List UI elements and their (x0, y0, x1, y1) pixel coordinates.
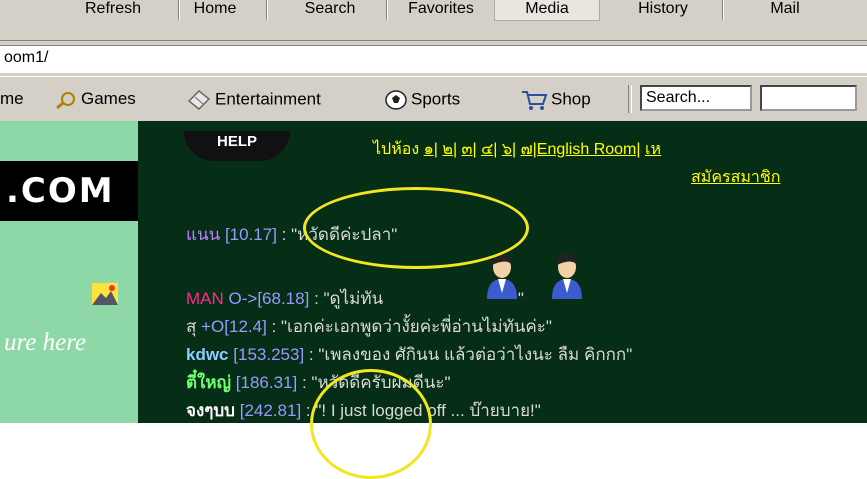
room-link-4[interactable]: ๔| (481, 141, 497, 158)
toolbar-separator (722, 0, 724, 20)
room-link-more[interactable]: เห (645, 141, 661, 158)
history-button[interactable]: History (618, 0, 708, 20)
address-input[interactable]: oom1/ (0, 45, 867, 73)
refresh-button[interactable]: Refresh (58, 0, 168, 20)
link-entertainment[interactable]: Entertainment (186, 89, 321, 111)
chat-ip: [10.17] (224, 225, 277, 244)
link-shop[interactable]: Shop (520, 89, 591, 111)
chat-ip: [186.31] (235, 373, 298, 392)
chat-text: : "เพลงของ ศักินน แล้วต่อว่าไงนะ ลืม คิก… (308, 345, 633, 364)
chat-nick: ตี๋ใหญ่ (186, 373, 232, 392)
rooms-prefix: ไปห้อง (373, 141, 420, 158)
register-link[interactable]: สมัครสมาชิก (691, 165, 780, 190)
chat-ip: [153.253] (233, 345, 305, 364)
search-button[interactable]: Search (290, 0, 370, 20)
room-link-1[interactable]: ๑| (424, 141, 438, 158)
link-sports[interactable]: Sports (384, 89, 460, 111)
soccer-ball-icon (385, 90, 407, 110)
chat-text: : "ดูไม่ทัน (314, 289, 384, 308)
highlight-circle (310, 369, 432, 479)
links-bar: me Games Entertainment Sports Shop Searc… (0, 76, 867, 122)
links-separator (628, 85, 632, 113)
links-search-go[interactable] (760, 85, 857, 111)
chat-ip: +O[12.4] (201, 317, 267, 336)
link-sports-label: Sports (411, 89, 461, 109)
chat-nick: สุ (186, 317, 197, 336)
web-content: .COM ure here HELP ไปห้อง ๑| ๒| ๓| ๔| ๖|… (0, 121, 867, 479)
man-avatar-icon (552, 253, 582, 299)
link-entertainment-label: Entertainment (215, 89, 321, 109)
room-link-3[interactable]: ๓| (462, 141, 477, 158)
chat-ip: [242.81] (239, 401, 302, 420)
mail-button[interactable]: Mail (745, 0, 825, 20)
room-links: ไปห้อง ๑| ๒| ๓| ๔| ๖| ๗|English Room| เห (373, 137, 661, 162)
highlight-circle (303, 187, 529, 269)
link-games-label: Games (81, 89, 136, 108)
link-home[interactable]: me (0, 89, 24, 109)
link-shop-label: Shop (551, 89, 591, 109)
ticket-icon (187, 89, 211, 111)
favorites-button[interactable]: Favorites (396, 0, 486, 20)
ad-text: ure here (4, 329, 87, 356)
home-button[interactable]: Home (180, 0, 250, 20)
chat-nick: MAN (186, 289, 224, 308)
chat-message: kdwc [153.253] : "เพลงของ ศักินน แล้วต่อ… (186, 341, 632, 368)
links-search-input[interactable]: Search... (640, 85, 752, 111)
address-bar: oom1/ (0, 40, 867, 77)
help-button[interactable]: HELP (184, 131, 290, 161)
room-link-english[interactable]: ๗|English Room| (521, 141, 641, 158)
magnifier-icon (56, 91, 75, 109)
logo-text: .COM (6, 171, 115, 211)
media-button[interactable]: Media (494, 0, 600, 21)
site-logo: .COM (0, 161, 138, 221)
toolbar-separator (266, 0, 268, 20)
toolbar-separator (386, 0, 388, 20)
room-link-6[interactable]: ๖| (502, 141, 516, 158)
link-games[interactable]: Games (54, 89, 136, 110)
chat-message: สุ +O[12.4] : "เอกค่ะเอกพูดว่างั้ยค่ะพี่… (186, 313, 552, 340)
room-link-2[interactable]: ๒| (442, 141, 457, 158)
link-home-label: me (0, 89, 24, 108)
chat-text: : "เอกค่ะเอกพูดว่างั้ยค่ะพี่อ่านไม่ทันค่… (271, 317, 552, 336)
chat-nick: จงๆบบ (186, 401, 235, 420)
chat-message: MAN O->[68.18] : "ดูไม่ทัน " (186, 285, 524, 312)
browser-toolbar: Refresh Home Search Favorites Media Hist… (0, 0, 867, 41)
address-url: oom1/ (4, 49, 49, 66)
chat-ip: O->[68.18] (228, 289, 310, 308)
shopping-cart-icon (522, 91, 548, 110)
site-sidebar: .COM ure here (0, 121, 138, 423)
chat-area: HELP ไปห้อง ๑| ๒| ๓| ๔| ๖| ๗|English Roo… (138, 121, 867, 479)
picture-placeholder-icon (92, 283, 118, 305)
chat-nick: kdwc (186, 345, 229, 364)
chat-nick: แนน (186, 225, 221, 244)
